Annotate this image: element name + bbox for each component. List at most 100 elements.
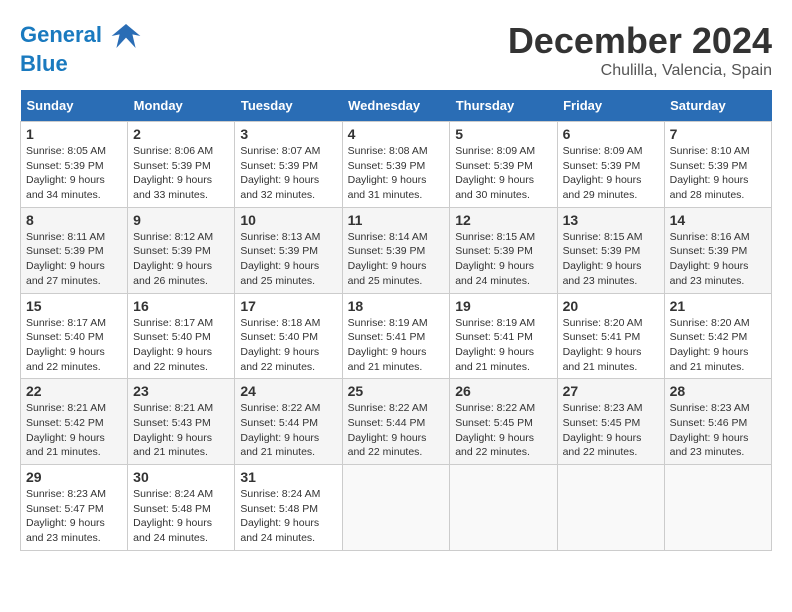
day-info: Sunrise: 8:07 AM Sunset: 5:39 PM Dayligh… <box>240 144 336 203</box>
logo-text: General <box>20 20 142 52</box>
calendar-cell: 9 Sunrise: 8:12 AM Sunset: 5:39 PM Daylig… <box>128 207 235 293</box>
calendar-cell: 8 Sunrise: 8:11 AM Sunset: 5:39 PM Daylig… <box>21 207 128 293</box>
calendar-cell <box>557 465 664 551</box>
day-info: Sunrise: 8:19 AM Sunset: 5:41 PM Dayligh… <box>455 316 551 375</box>
calendar-cell: 5 Sunrise: 8:09 AM Sunset: 5:39 PM Daylig… <box>450 122 557 208</box>
day-number: 3 <box>240 126 336 142</box>
calendar-cell: 28Sunrise: 8:23 AM Sunset: 5:46 PM Dayli… <box>664 379 771 465</box>
month-title: December 2024 <box>508 20 772 62</box>
day-info: Sunrise: 8:22 AM Sunset: 5:44 PM Dayligh… <box>240 401 336 460</box>
day-info: Sunrise: 8:12 AM Sunset: 5:39 PM Dayligh… <box>133 230 229 289</box>
day-info: Sunrise: 8:11 AM Sunset: 5:39 PM Dayligh… <box>26 230 122 289</box>
day-info: Sunrise: 8:13 AM Sunset: 5:39 PM Dayligh… <box>240 230 336 289</box>
day-info: Sunrise: 8:21 AM Sunset: 5:42 PM Dayligh… <box>26 401 122 460</box>
calendar-week-row: 1Sunrise: 8:05 AM Sunset: 5:39 PM Daylig… <box>21 122 772 208</box>
calendar-week-row: 22 Sunrise: 8:21 AM Sunset: 5:42 PM Dayli… <box>21 379 772 465</box>
calendar-cell: 6Sunrise: 8:09 AM Sunset: 5:39 PM Daylig… <box>557 122 664 208</box>
calendar-cell: 10 Sunrise: 8:13 AM Sunset: 5:39 PM Dayli… <box>235 207 342 293</box>
header-sunday: Sunday <box>21 90 128 122</box>
title-block: December 2024 Chulilla, Valencia, Spain <box>508 20 772 80</box>
calendar-cell: 15 Sunrise: 8:17 AM Sunset: 5:40 PM Dayli… <box>21 293 128 379</box>
calendar-cell: 17 Sunrise: 8:18 AM Sunset: 5:40 PM Dayli… <box>235 293 342 379</box>
day-info: Sunrise: 8:15 AM Sunset: 5:39 PM Dayligh… <box>455 230 551 289</box>
day-number: 23 <box>133 383 229 399</box>
day-number: 30 <box>133 469 229 485</box>
day-number: 14 <box>670 212 766 228</box>
day-info: Sunrise: 8:23 AM Sunset: 5:47 PM Dayligh… <box>26 487 122 546</box>
day-info: Sunrise: 8:15 AM Sunset: 5:39 PM Dayligh… <box>563 230 659 289</box>
day-number: 11 <box>348 212 445 228</box>
calendar-week-row: 8 Sunrise: 8:11 AM Sunset: 5:39 PM Daylig… <box>21 207 772 293</box>
day-info: Sunrise: 8:09 AM Sunset: 5:39 PM Dayligh… <box>563 144 659 203</box>
day-number: 15 <box>26 298 122 314</box>
day-info: Sunrise: 8:08 AM Sunset: 5:39 PM Dayligh… <box>348 144 445 203</box>
day-info: Sunrise: 8:16 AM Sunset: 5:39 PM Dayligh… <box>670 230 766 289</box>
calendar-cell: 11Sunrise: 8:14 AM Sunset: 5:39 PM Dayli… <box>342 207 450 293</box>
day-info: Sunrise: 8:19 AM Sunset: 5:41 PM Dayligh… <box>348 316 445 375</box>
calendar-cell <box>664 465 771 551</box>
day-number: 21 <box>670 298 766 314</box>
day-number: 22 <box>26 383 122 399</box>
day-number: 13 <box>563 212 659 228</box>
day-number: 5 <box>455 126 551 142</box>
calendar-cell: 31 Sunrise: 8:24 AM Sunset: 5:48 PM Dayli… <box>235 465 342 551</box>
calendar-cell: 23 Sunrise: 8:21 AM Sunset: 5:43 PM Dayli… <box>128 379 235 465</box>
day-number: 25 <box>348 383 445 399</box>
calendar-cell: 19Sunrise: 8:19 AM Sunset: 5:41 PM Dayli… <box>450 293 557 379</box>
calendar-week-row: 15 Sunrise: 8:17 AM Sunset: 5:40 PM Dayli… <box>21 293 772 379</box>
day-number: 29 <box>26 469 122 485</box>
calendar-cell: 20 Sunrise: 8:20 AM Sunset: 5:41 PM Dayli… <box>557 293 664 379</box>
calendar-cell: 22 Sunrise: 8:21 AM Sunset: 5:42 PM Dayli… <box>21 379 128 465</box>
calendar-cell: 29 Sunrise: 8:23 AM Sunset: 5:47 PM Dayli… <box>21 465 128 551</box>
header-friday: Friday <box>557 90 664 122</box>
calendar-cell: 1Sunrise: 8:05 AM Sunset: 5:39 PM Daylig… <box>21 122 128 208</box>
day-number: 9 <box>133 212 229 228</box>
logo-blue: Blue <box>20 52 142 76</box>
day-info: Sunrise: 8:24 AM Sunset: 5:48 PM Dayligh… <box>133 487 229 546</box>
header-saturday: Saturday <box>664 90 771 122</box>
calendar-cell: 2 Sunrise: 8:06 AM Sunset: 5:39 PM Daylig… <box>128 122 235 208</box>
calendar-cell: 4 Sunrise: 8:08 AM Sunset: 5:39 PM Daylig… <box>342 122 450 208</box>
day-info: Sunrise: 8:20 AM Sunset: 5:41 PM Dayligh… <box>563 316 659 375</box>
day-info: Sunrise: 8:20 AM Sunset: 5:42 PM Dayligh… <box>670 316 766 375</box>
day-number: 17 <box>240 298 336 314</box>
calendar-cell: 27Sunrise: 8:23 AM Sunset: 5:45 PM Dayli… <box>557 379 664 465</box>
day-info: Sunrise: 8:24 AM Sunset: 5:48 PM Dayligh… <box>240 487 336 546</box>
calendar-cell: 16Sunrise: 8:17 AM Sunset: 5:40 PM Dayli… <box>128 293 235 379</box>
calendar-cell: 21 Sunrise: 8:20 AM Sunset: 5:42 PM Dayli… <box>664 293 771 379</box>
calendar-cell: 26Sunrise: 8:22 AM Sunset: 5:45 PM Dayli… <box>450 379 557 465</box>
day-number: 10 <box>240 212 336 228</box>
logo-bird-icon <box>110 20 142 52</box>
calendar-cell: 12 Sunrise: 8:15 AM Sunset: 5:39 PM Dayli… <box>450 207 557 293</box>
header-monday: Monday <box>128 90 235 122</box>
calendar-cell: 14 Sunrise: 8:16 AM Sunset: 5:39 PM Dayli… <box>664 207 771 293</box>
calendar-cell: 25 Sunrise: 8:22 AM Sunset: 5:44 PM Dayli… <box>342 379 450 465</box>
day-number: 20 <box>563 298 659 314</box>
day-info: Sunrise: 8:09 AM Sunset: 5:39 PM Dayligh… <box>455 144 551 203</box>
day-number: 8 <box>26 212 122 228</box>
day-number: 4 <box>348 126 445 142</box>
day-info: Sunrise: 8:22 AM Sunset: 5:44 PM Dayligh… <box>348 401 445 460</box>
calendar-cell: 13 Sunrise: 8:15 AM Sunset: 5:39 PM Dayli… <box>557 207 664 293</box>
day-info: Sunrise: 8:18 AM Sunset: 5:40 PM Dayligh… <box>240 316 336 375</box>
calendar-cell: 24Sunrise: 8:22 AM Sunset: 5:44 PM Dayli… <box>235 379 342 465</box>
calendar-cell <box>450 465 557 551</box>
day-info: Sunrise: 8:21 AM Sunset: 5:43 PM Dayligh… <box>133 401 229 460</box>
day-number: 1 <box>26 126 122 142</box>
day-number: 7 <box>670 126 766 142</box>
header-wednesday: Wednesday <box>342 90 450 122</box>
day-number: 28 <box>670 383 766 399</box>
day-info: Sunrise: 8:06 AM Sunset: 5:39 PM Dayligh… <box>133 144 229 203</box>
calendar-table: SundayMondayTuesdayWednesdayThursdayFrid… <box>20 90 772 551</box>
logo: General Blue <box>20 20 142 76</box>
header-tuesday: Tuesday <box>235 90 342 122</box>
calendar-cell: 7Sunrise: 8:10 AM Sunset: 5:39 PM Daylig… <box>664 122 771 208</box>
day-number: 12 <box>455 212 551 228</box>
day-info: Sunrise: 8:17 AM Sunset: 5:40 PM Dayligh… <box>26 316 122 375</box>
location-title: Chulilla, Valencia, Spain <box>508 62 772 80</box>
day-number: 2 <box>133 126 229 142</box>
calendar-cell: 18Sunrise: 8:19 AM Sunset: 5:41 PM Dayli… <box>342 293 450 379</box>
day-number: 31 <box>240 469 336 485</box>
day-number: 26 <box>455 383 551 399</box>
page-header: General Blue December 2024 Chulilla, Val… <box>20 20 772 80</box>
